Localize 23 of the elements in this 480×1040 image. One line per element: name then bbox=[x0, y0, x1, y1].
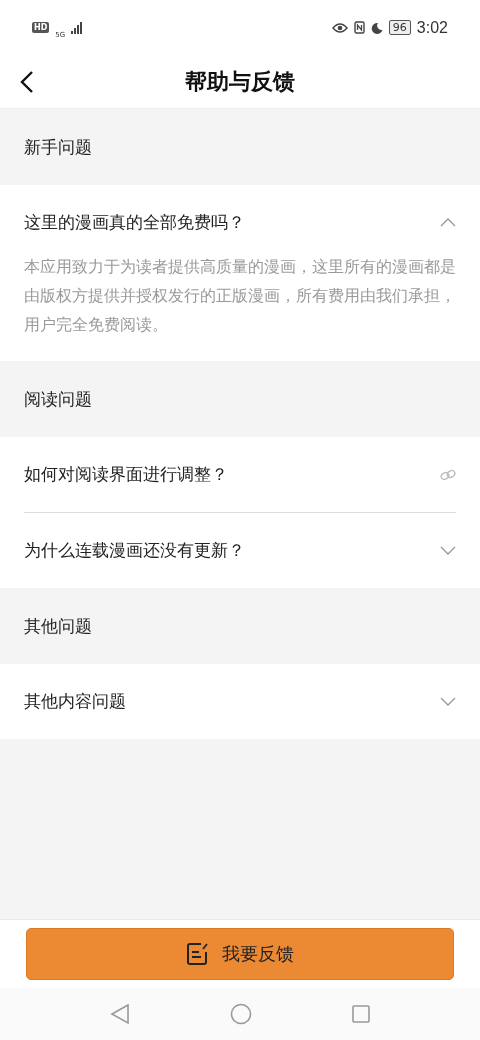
section-header: 其他问题 bbox=[23, 614, 93, 638]
edit-icon bbox=[186, 942, 210, 966]
link-icon bbox=[440, 468, 456, 481]
eye-icon bbox=[331, 21, 348, 34]
nfc-icon bbox=[353, 21, 365, 34]
moon-icon bbox=[370, 21, 383, 34]
page-title: 帮助与反馈 bbox=[185, 66, 295, 96]
section-header: 阅读问题 bbox=[23, 387, 93, 411]
chevron-icon bbox=[440, 546, 456, 555]
back-icon[interactable] bbox=[20, 69, 34, 94]
signal-icon bbox=[71, 21, 84, 34]
question-item[interactable]: 为什么连载漫画还没有更新？ bbox=[24, 512, 456, 588]
feedback-button[interactable]: 我要反馈 bbox=[26, 928, 454, 980]
hd-indicator: HD bbox=[32, 22, 50, 33]
recents-nav-icon[interactable] bbox=[352, 1005, 370, 1023]
clock: 3:02 bbox=[416, 18, 448, 37]
question-item[interactable]: 如何对阅读界面进行调整？ bbox=[24, 437, 456, 512]
battery-level: 96 bbox=[388, 20, 411, 35]
section-header: 新手问题 bbox=[23, 135, 93, 159]
chevron-icon bbox=[440, 697, 456, 706]
chevron-icon bbox=[440, 218, 456, 227]
home-nav-icon[interactable] bbox=[230, 1003, 252, 1025]
back-nav-icon[interactable] bbox=[110, 1003, 130, 1025]
